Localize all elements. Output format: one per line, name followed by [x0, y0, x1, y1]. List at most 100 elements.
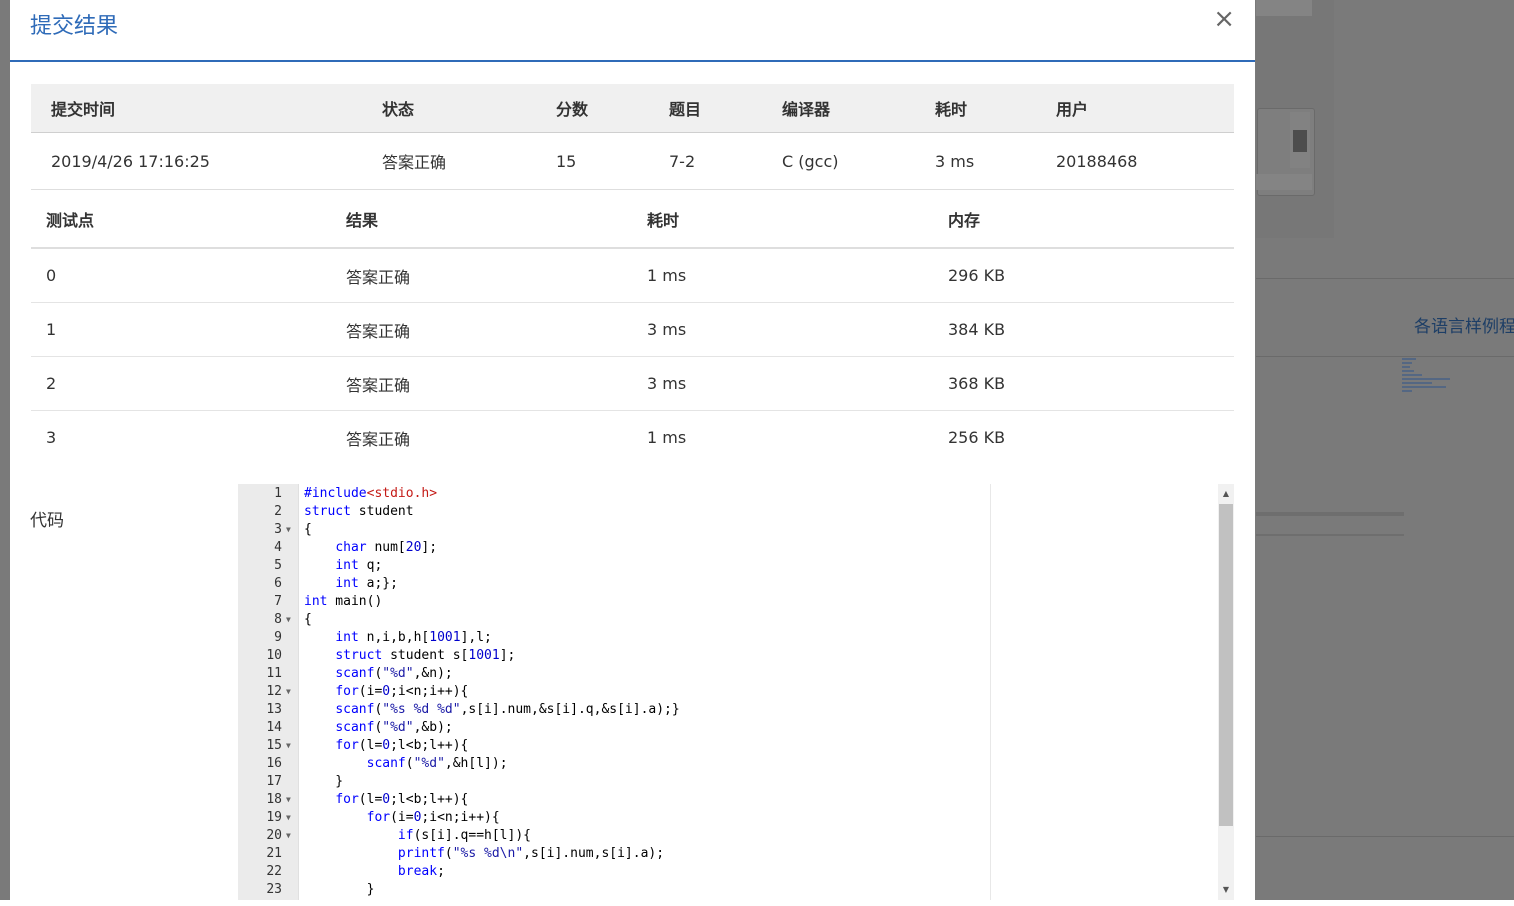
line-number: 19	[266, 810, 282, 825]
line-number: 14	[266, 720, 282, 735]
code-text: {	[304, 612, 312, 627]
code-editor[interactable]: 1 #include<stdio.h> 2 struct student 3 ▼ {4 ch…	[238, 484, 1234, 900]
test-point-id: 1	[31, 302, 331, 357]
background-divider	[1256, 356, 1514, 357]
code-line: 13 scanf("%s %d %d",s[i].num,&s[i].q,&s[…	[238, 701, 1234, 719]
background-divider	[1256, 512, 1404, 516]
line-number: 22	[266, 864, 282, 879]
header-time: 耗时	[915, 84, 1036, 133]
header-user: 用户	[1036, 84, 1234, 133]
elapsed-time: 3 ms	[915, 132, 1036, 190]
line-number: 10	[266, 648, 282, 663]
scrollbar-thumb[interactable]	[1219, 504, 1233, 826]
code-line: 10 struct student s[1001];	[238, 647, 1234, 665]
scroll-up-icon[interactable]: ▲	[1218, 486, 1234, 502]
code-line: 11 scanf("%d",&n);	[238, 665, 1234, 683]
code-line: 8 ▼ {	[238, 611, 1234, 629]
test-memory: 256 KB	[948, 428, 1006, 447]
code-line: 19 ▼ for(i=0;i<n;i++){	[238, 809, 1234, 827]
code-text: #include<stdio.h>	[304, 486, 438, 501]
code-line: 3 ▼ {	[238, 521, 1234, 539]
submit-time: 2019/4/26 17:16:25	[31, 132, 362, 190]
fold-toggle-icon[interactable]: ▼	[286, 737, 296, 755]
submission-summary-table: 提交时间 状态 分数 题目 编译器 耗时 用户 2019/4/26 17:16:…	[31, 84, 1234, 190]
modal-title: 提交结果	[30, 14, 119, 39]
line-number: 11	[266, 666, 282, 681]
test-point-id: 3	[46, 428, 57, 447]
line-number: 3	[274, 522, 282, 537]
code-text: char num[20];	[335, 540, 438, 555]
code-text: int n,i,b,h[1001],l;	[335, 630, 492, 645]
status-badge: 答案正确	[362, 132, 536, 190]
compiler: C (gcc)	[762, 132, 915, 190]
code-line: 18 ▼ for(l=0;l<b;l++){	[238, 791, 1234, 809]
header-problem: 题目	[649, 84, 762, 133]
header-result: 结果	[331, 190, 632, 249]
table-row: 1 答案正确 3 ms 384 KB	[31, 302, 1234, 357]
header-memory: 内存	[933, 190, 1234, 249]
problem-link[interactable]: 7-2	[649, 132, 762, 190]
fold-toggle-icon[interactable]: ▼	[286, 809, 296, 827]
page-bottom-strip	[0, 900, 1514, 906]
fold-toggle-icon[interactable]: ▼	[286, 611, 296, 629]
code-label: 代码	[30, 511, 64, 531]
code-line: 9 int n,i,b,h[1001],l;	[238, 629, 1234, 647]
code-line: 15 ▼ for(l=0;l<b;l++){	[238, 737, 1234, 755]
header-case-time: 耗时	[632, 190, 933, 249]
code-text: scanf("%d",&b);	[335, 720, 453, 735]
code-line: 17 }	[238, 773, 1234, 791]
header-status: 状态	[362, 84, 536, 133]
code-text: scanf("%s %d %d",s[i].num,&s[i].q,&s[i].…	[335, 702, 680, 717]
table-row: 2 答案正确 3 ms 368 KB	[31, 356, 1234, 411]
fold-toggle-icon[interactable]: ▼	[286, 521, 296, 539]
line-number: 20	[266, 828, 282, 843]
code-text: for(i=0;i<n;i++){	[366, 810, 500, 825]
code-line: 12 ▼ for(i=0;i<n;i++){	[238, 683, 1234, 701]
line-number: 1	[274, 486, 282, 501]
line-number: 9	[274, 630, 282, 645]
fold-toggle-icon[interactable]: ▼	[286, 827, 296, 845]
table-row: 0 答案正确 1 ms 296 KB	[31, 248, 1234, 303]
line-number: 8	[274, 612, 282, 627]
line-number: 18	[266, 792, 282, 807]
test-time: 3 ms	[632, 302, 933, 357]
line-number: 2	[274, 504, 282, 519]
background-sample-link[interactable]: 各语言样例程	[1414, 312, 1514, 337]
fold-toggle-icon[interactable]: ▼	[286, 683, 296, 701]
code-line: 22 break;	[238, 863, 1234, 881]
close-button[interactable]: ×	[1213, 6, 1235, 32]
test-result: 答案正确	[331, 248, 632, 303]
scroll-down-icon[interactable]: ▼	[1218, 882, 1234, 898]
code-text: if(s[i].q==h[l]){	[397, 828, 531, 843]
modal-header: 提交结果 ×	[10, 0, 1255, 62]
editor-scrollbar[interactable]: ▲ ▼	[1218, 484, 1234, 900]
code-line: 16 scanf("%d",&h[l]);	[238, 755, 1234, 773]
header-test-point: 测试点	[31, 190, 331, 249]
code-text: break;	[397, 864, 445, 879]
code-text: struct student s[1001];	[335, 648, 516, 663]
fold-toggle-icon[interactable]: ▼	[286, 791, 296, 809]
test-point-id: 2	[31, 356, 331, 411]
line-number: 13	[266, 702, 282, 717]
line-number: 4	[274, 540, 282, 555]
code-line: 1 #include<stdio.h>	[238, 485, 1234, 503]
code-content[interactable]: 1 #include<stdio.h> 2 struct student 3 ▼ {4 ch…	[238, 484, 1234, 899]
line-number: 23	[266, 882, 282, 897]
submission-result-modal: 提交结果 × 提交时间 状态 分数 题目 编译器 耗时 用户 2019/4/26…	[10, 0, 1255, 900]
code-text: scanf("%d",&h[l]);	[366, 756, 508, 771]
code-line: 5 int q;	[238, 557, 1234, 575]
line-number: 21	[266, 846, 282, 861]
test-memory: 368 KB	[933, 356, 1234, 411]
summary-header-row: 提交时间 状态 分数 题目 编译器 耗时 用户	[31, 84, 1234, 133]
background-divider	[1256, 836, 1514, 837]
code-text: printf("%s %d\n",s[i].num,s[i].a);	[397, 846, 665, 861]
test-result: 答案正确	[331, 302, 632, 357]
line-number: 12	[266, 684, 282, 699]
user-id: 20188468	[1036, 132, 1234, 190]
summary-row: 2019/4/26 17:16:25 答案正确 15 7-2 C (gcc) 3…	[31, 132, 1234, 190]
code-line: 20 ▼ if(s[i].q==h[l]){	[238, 827, 1234, 845]
line-number: 17	[266, 774, 282, 789]
table-row: 3 答案正确 1 ms 256 KB	[31, 411, 1234, 465]
code-line: 4 char num[20];	[238, 539, 1234, 557]
line-number: 5	[274, 558, 282, 573]
